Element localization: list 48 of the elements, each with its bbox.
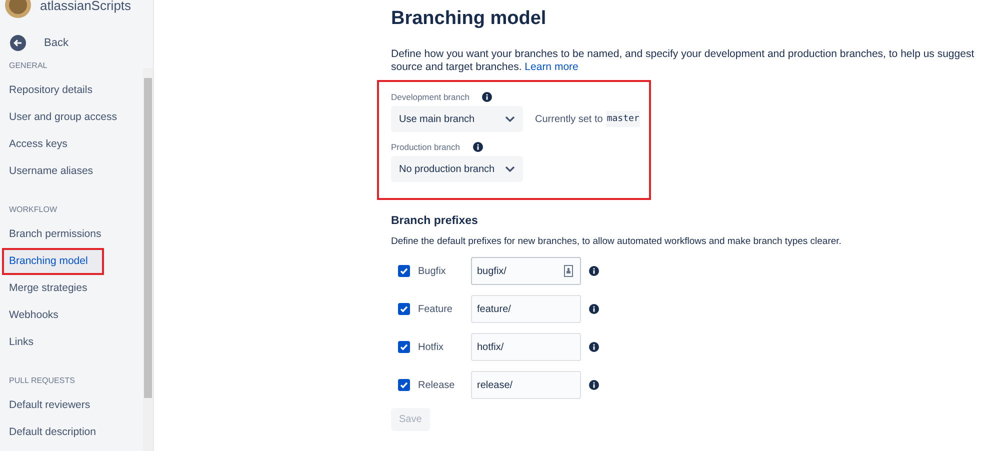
field-label: Production branch (391, 142, 460, 152)
sidebar-item[interactable]: Default description (0, 419, 143, 446)
sidebar-item[interactable]: Webhooks (0, 302, 143, 329)
field-label: Development branch (391, 92, 470, 102)
page-title: Branching model (391, 8, 548, 30)
info-icon (473, 142, 483, 152)
info-icon (589, 380, 599, 390)
info-icon (589, 342, 599, 352)
section-heading: WORKFLOW (8, 204, 58, 216)
account-name: atlassianScripts (40, 0, 132, 12)
checkbox-label: Feature (418, 304, 454, 314)
back-link[interactable]: Back (10, 35, 153, 51)
info-icon (589, 304, 599, 314)
sidebar-item[interactable]: Branching model (2, 248, 104, 275)
checkbox[interactable] (398, 265, 410, 277)
branch-name: master (606, 111, 640, 127)
learn-more-link[interactable]: Learn more (524, 61, 578, 73)
current-branch-note: Currently set to (535, 114, 603, 124)
sidebar-item[interactable]: User and group access (0, 104, 143, 131)
checkbox-label: Bugfix (418, 266, 447, 276)
checkbox[interactable] (398, 379, 410, 391)
scrollbar[interactable] (143, 68, 153, 451)
checkbox[interactable] (398, 303, 410, 315)
section-description: Define the default prefixes for new branches, to allow automated workflows and make branch types clearer. (391, 236, 842, 247)
section-title: Branch prefixes (391, 214, 479, 228)
prefix-field[interactable]: hotfix/ (471, 333, 581, 361)
info-icon (589, 266, 599, 276)
prefix-field[interactable]: release/ (471, 371, 581, 399)
sidebar-item[interactable]: Username aliases (0, 158, 143, 185)
description: Define how you want your branches to be named, and specify your development and production branches, to help us suggest source and target branches. Learn more (391, 48, 976, 74)
checkbox[interactable] (398, 341, 410, 353)
chevron-down-icon (505, 116, 515, 122)
branch-dropdown[interactable]: No production branch (391, 156, 523, 182)
branch-dropdown[interactable]: Use main branch (391, 106, 523, 132)
checkbox-label: Hotfix (418, 342, 445, 352)
sidebar-item[interactable]: Merge strategies (0, 275, 143, 302)
prefix-field[interactable]: bugfix/ (471, 257, 581, 285)
info-icon (482, 92, 492, 102)
sidebar-item[interactable]: Repository details (0, 77, 143, 104)
chevron-down-icon (505, 166, 515, 172)
sidebar-item[interactable]: Default reviewers (0, 392, 143, 419)
checkbox-label: Release (418, 380, 456, 390)
section-heading: GENERAL (8, 60, 48, 72)
sidebar-item[interactable]: Links (0, 329, 143, 356)
section-heading: PULL REQUESTS (8, 375, 76, 387)
sidebar-item[interactable]: Access keys (0, 131, 143, 158)
sidebar-item[interactable]: Branch permissions (0, 221, 143, 248)
prefix-field[interactable]: feature/ (471, 295, 581, 323)
